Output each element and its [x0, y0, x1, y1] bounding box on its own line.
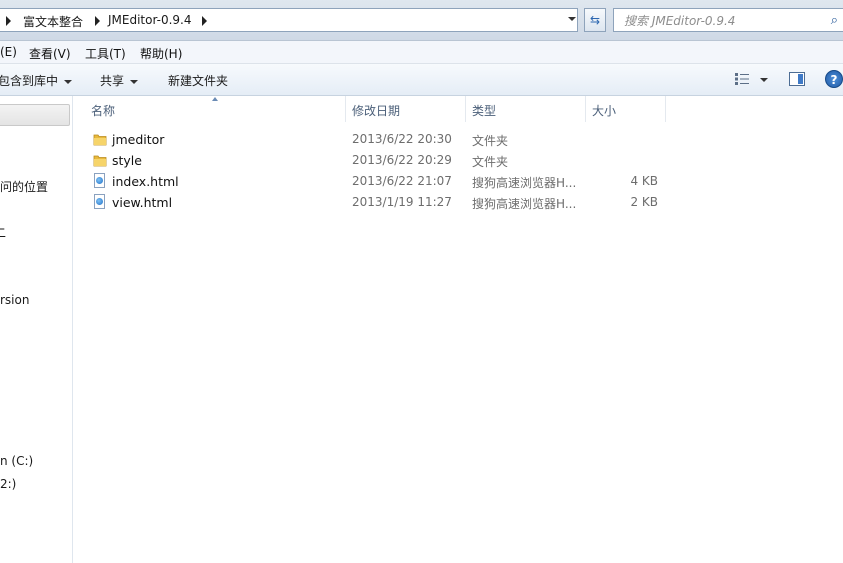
share-label: 共享 — [100, 74, 125, 88]
column-divider[interactable] — [585, 96, 586, 122]
file-modified: 2013/6/22 20:29 — [352, 153, 452, 167]
menu-edit[interactable]: (E) — [0, 45, 17, 59]
folder-icon — [93, 155, 107, 167]
menu-bar: (E) 查看(V) 工具(T) 帮助(H) — [0, 41, 843, 64]
column-header-row: 名称 修改日期 类型 大小 — [85, 96, 843, 122]
search-input[interactable] — [622, 10, 826, 32]
include-in-library-button[interactable]: 包含到库中 — [0, 72, 73, 89]
column-header-name[interactable]: 名称 — [91, 102, 115, 119]
html-file-icon — [94, 194, 105, 209]
sort-ascending-icon — [212, 97, 218, 101]
chevron-down-icon — [64, 79, 73, 84]
breadcrumb-item-jmeditor[interactable]: JMEditor-0.9.4 — [108, 13, 192, 27]
file-modified: 2013/1/19 11:27 — [352, 195, 452, 209]
nav-item-version[interactable]: rsion — [0, 293, 29, 307]
breadcrumb-item-rich-text[interactable]: 富文本整合 — [23, 13, 83, 30]
menu-view[interactable]: 查看(V) — [29, 45, 71, 62]
nav-item-recent-places[interactable]: 问的位置 — [0, 178, 48, 195]
column-header-modified[interactable]: 修改日期 — [352, 102, 400, 119]
column-header-size[interactable]: 大小 — [592, 102, 616, 119]
search-icon[interactable]: ⌕ — [831, 13, 838, 28]
chevron-down-icon — [130, 79, 139, 84]
breadcrumb-arrow-icon[interactable] — [95, 16, 100, 26]
menu-help[interactable]: 帮助(H) — [140, 45, 182, 62]
search-box[interactable]: ⌕ — [613, 8, 843, 32]
file-size: 4 KB — [630, 174, 658, 188]
file-row-index-html[interactable]: index.html 2013/6/22 21:07 搜狗高速浏览器H... 4… — [85, 171, 670, 192]
nav-item-drive[interactable]: 2:) — [0, 477, 16, 491]
folder-icon — [93, 134, 107, 146]
navigation-pane: 问的位置 二 rsion n (C:) 2:) — [0, 96, 73, 563]
refresh-icon: ⇆ — [589, 13, 601, 27]
address-bar-area: 富文本整合 JMEditor-0.9.4 ⇆ ⌕ — [0, 0, 843, 41]
include-in-library-label: 包含到库中 — [0, 74, 59, 88]
help-icon[interactable]: ? — [825, 70, 843, 88]
file-name[interactable]: view.html — [112, 195, 172, 210]
file-name[interactable]: jmeditor — [112, 132, 164, 147]
preview-pane-icon[interactable] — [789, 72, 805, 86]
address-breadcrumb-box[interactable]: 富文本整合 JMEditor-0.9.4 — [0, 8, 578, 32]
view-options-dropdown-icon[interactable] — [760, 78, 768, 82]
file-name[interactable]: style — [112, 153, 142, 168]
nav-item[interactable]: 二 — [0, 224, 6, 241]
breadcrumb-arrow-icon[interactable] — [202, 16, 207, 26]
file-size: 2 KB — [630, 195, 658, 209]
refresh-button[interactable]: ⇆ — [584, 8, 606, 32]
file-type: 搜狗高速浏览器H... — [472, 176, 577, 190]
file-name[interactable]: index.html — [112, 174, 179, 189]
file-row-style[interactable]: style 2013/6/22 20:29 文件夹 — [85, 150, 670, 171]
change-view-icon[interactable] — [735, 73, 749, 85]
nav-item-drive-c[interactable]: n (C:) — [0, 454, 33, 468]
share-button[interactable]: 共享 — [100, 72, 139, 89]
html-file-icon — [94, 173, 105, 188]
column-divider[interactable] — [665, 96, 666, 122]
file-type: 搜狗高速浏览器H... — [472, 197, 577, 211]
command-toolbar: 包含到库中 共享 新建文件夹 ? — [0, 64, 843, 96]
column-divider[interactable] — [345, 96, 346, 122]
column-divider[interactable] — [465, 96, 466, 122]
file-modified: 2013/6/22 20:30 — [352, 132, 452, 146]
breadcrumb-arrow-icon[interactable] — [6, 16, 11, 26]
file-type: 文件夹 — [472, 155, 509, 169]
file-row-view-html[interactable]: view.html 2013/1/19 11:27 搜狗高速浏览器H... 2 … — [85, 192, 670, 213]
file-row-jmeditor[interactable]: jmeditor 2013/6/22 20:30 文件夹 — [85, 129, 670, 150]
address-history-dropdown-icon[interactable] — [568, 17, 576, 21]
file-type: 文件夹 — [472, 134, 509, 148]
nav-selected-item[interactable] — [0, 104, 70, 126]
menu-tools[interactable]: 工具(T) — [85, 45, 126, 62]
file-modified: 2013/6/22 21:07 — [352, 174, 452, 188]
new-folder-button[interactable]: 新建文件夹 — [168, 72, 228, 89]
column-header-type[interactable]: 类型 — [472, 102, 496, 119]
